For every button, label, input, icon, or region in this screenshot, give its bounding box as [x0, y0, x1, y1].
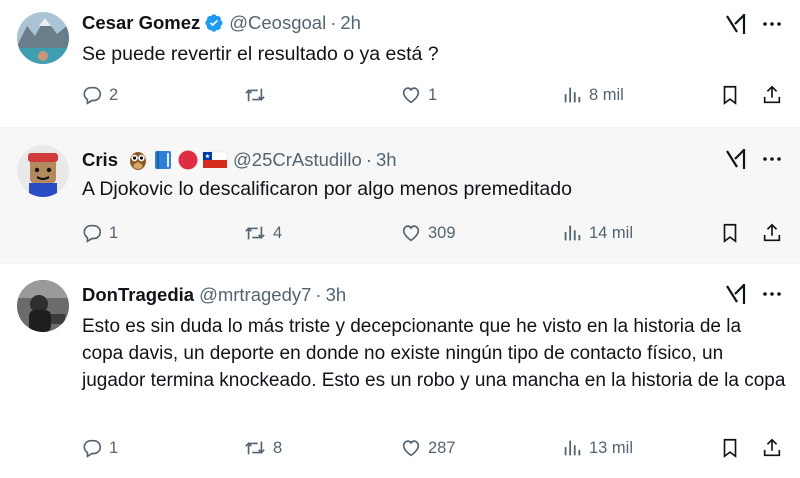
- like-count: 1: [428, 85, 438, 104]
- tweet-text: Esto es sin duda lo más triste y decepci…: [82, 316, 786, 391]
- share-icon: [763, 223, 781, 242]
- red-circle-icon: [177, 149, 199, 171]
- display-name[interactable]: DonTragedia: [82, 284, 194, 306]
- handle[interactable]: @25CrAstudillo: [233, 149, 362, 171]
- share-icon: [763, 438, 781, 457]
- like-button[interactable]: 309: [400, 222, 456, 244]
- avatar[interactable]: [17, 145, 69, 197]
- timestamp[interactable]: 2h: [340, 12, 361, 34]
- more-options-icon[interactable]: [760, 147, 784, 171]
- reply-icon: [83, 224, 102, 243]
- more-options-icon[interactable]: [760, 282, 784, 306]
- retweet-icon: [245, 441, 265, 455]
- share-icon: [763, 85, 781, 104]
- views-count: 13 mil: [589, 438, 634, 457]
- views-chart-icon: [564, 225, 581, 241]
- bookmark-icon: [723, 223, 737, 243]
- retweet-button[interactable]: [243, 84, 273, 106]
- tweet-header: Cris @25CrAstudillo · 3h: [82, 148, 397, 172]
- share-button[interactable]: [761, 84, 783, 106]
- more-options-icon[interactable]: [760, 12, 784, 36]
- bookmark-icon: [723, 438, 737, 458]
- like-button[interactable]: 1: [400, 84, 437, 106]
- tweet-text: A Djokovic lo descalificaron por algo me…: [82, 178, 572, 200]
- timestamp[interactable]: 3h: [376, 149, 397, 171]
- display-name[interactable]: Cris: [82, 149, 118, 171]
- tweet-actions: 1 4 309 14 mil: [0, 222, 800, 246]
- retweet-button[interactable]: 4: [243, 222, 282, 244]
- tweet-2[interactable]: Cris @25CrAstudillo · 3h A Djokovic lo d…: [0, 128, 800, 264]
- reply-button[interactable]: 2: [81, 84, 118, 106]
- reply-button[interactable]: 1: [81, 437, 118, 459]
- retweet-count: 8: [273, 438, 283, 457]
- tweet-1[interactable]: Cesar Gomez @Ceosgoal · 2h Se puede reve…: [0, 0, 800, 128]
- owl-emoji-icon: [127, 149, 149, 171]
- display-name[interactable]: Cesar Gomez: [82, 12, 200, 34]
- grok-icon[interactable]: [724, 147, 748, 171]
- handle[interactable]: @Ceosgoal: [229, 12, 326, 34]
- retweet-icon: [245, 88, 265, 102]
- reply-count: 1: [109, 438, 119, 457]
- reply-icon: [83, 439, 102, 458]
- retweet-icon: [245, 226, 265, 240]
- share-button[interactable]: [761, 437, 783, 459]
- views-chart-icon: [564, 87, 581, 103]
- views-button[interactable]: 14 mil: [561, 222, 633, 244]
- reply-count: 2: [109, 85, 119, 104]
- blue-book-icon: [152, 149, 174, 171]
- grok-icon[interactable]: [724, 282, 748, 306]
- chile-flag-icon: [202, 150, 228, 170]
- timestamp[interactable]: 3h: [326, 284, 347, 306]
- handle[interactable]: @mrtragedy7: [199, 284, 311, 306]
- avatar[interactable]: [17, 12, 69, 64]
- views-button[interactable]: 13 mil: [561, 437, 633, 459]
- reply-count: 1: [109, 223, 119, 242]
- verified-badge-icon: [204, 13, 224, 33]
- tweet-actions: 1 8 287 13 mil: [0, 437, 800, 461]
- tweet-text: Se puede revertir el resultado o ya está…: [82, 43, 439, 65]
- separator-dot: ·: [330, 12, 337, 33]
- grok-icon[interactable]: [724, 12, 748, 36]
- reply-icon: [83, 86, 102, 105]
- retweet-count: 4: [273, 223, 283, 242]
- views-count: 8 mil: [589, 85, 624, 104]
- heart-icon: [402, 87, 420, 104]
- tweet-actions: 2 1 8 mil: [0, 84, 800, 108]
- like-count: 309: [428, 223, 456, 242]
- bookmark-button[interactable]: [719, 222, 741, 244]
- tweet-3[interactable]: DonTragedia @mrtragedy7 · 3h Esto es sin…: [0, 264, 800, 478]
- views-count: 14 mil: [589, 223, 634, 242]
- like-button[interactable]: 287: [400, 437, 456, 459]
- share-button[interactable]: [761, 222, 783, 244]
- like-count: 287: [428, 438, 456, 457]
- heart-icon: [402, 440, 420, 457]
- tweet-header: Cesar Gomez @Ceosgoal · 2h: [82, 11, 361, 35]
- bookmark-button[interactable]: [719, 437, 741, 459]
- reply-button[interactable]: 1: [81, 222, 118, 244]
- avatar[interactable]: [17, 280, 69, 332]
- views-chart-icon: [564, 440, 581, 456]
- retweet-button[interactable]: 8: [243, 437, 282, 459]
- bookmark-icon: [723, 85, 737, 105]
- heart-icon: [402, 225, 420, 242]
- views-button[interactable]: 8 mil: [561, 84, 624, 106]
- bookmark-button[interactable]: [719, 84, 741, 106]
- separator-dot: ·: [315, 284, 322, 305]
- tweet-header: DonTragedia @mrtragedy7 · 3h: [82, 283, 346, 307]
- separator-dot: ·: [365, 149, 372, 170]
